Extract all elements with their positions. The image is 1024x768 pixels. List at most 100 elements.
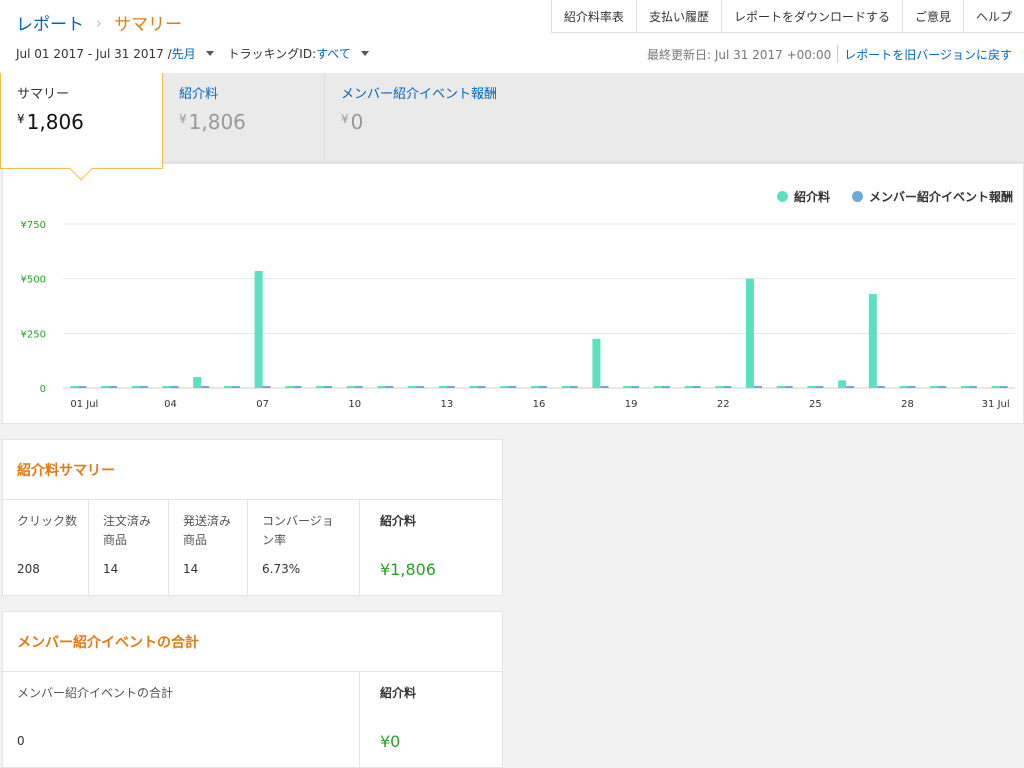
chart-bar[interactable] xyxy=(899,386,908,388)
chart-bar[interactable] xyxy=(561,386,570,388)
chart-bar[interactable] xyxy=(784,386,793,388)
chart-bar[interactable] xyxy=(262,386,271,388)
chart-bar[interactable] xyxy=(539,386,547,388)
chart-bar[interactable] xyxy=(661,386,670,388)
tab-referral-fee-label: 紹介料 xyxy=(179,87,219,102)
y-tick-label: ¥750 xyxy=(21,220,46,231)
chart-bar[interactable] xyxy=(999,386,1008,388)
tab-summary-value: ¥1,806 xyxy=(17,110,84,134)
chart-bar[interactable] xyxy=(477,386,486,388)
chart-bar[interactable] xyxy=(446,386,455,388)
chart-bar[interactable] xyxy=(623,386,632,388)
tracking-id-dropdown[interactable]: すべて xyxy=(316,45,351,62)
breadcrumb-reports-link[interactable]: レポート xyxy=(16,10,84,35)
chart-bar[interactable] xyxy=(170,386,179,388)
chart-bar[interactable] xyxy=(715,386,724,388)
y-tick-label: ¥250 xyxy=(21,329,46,340)
chart-bar[interactable] xyxy=(346,386,355,388)
chart-bar[interactable] xyxy=(569,386,578,388)
ordered-column: 注文済み商品 14 xyxy=(89,500,169,595)
chart-bar[interactable] xyxy=(531,386,539,388)
nav-download-report[interactable]: レポートをダウンロードする xyxy=(720,0,902,33)
chart-bar[interactable] xyxy=(692,386,701,388)
member-summary-table: メンバー紹介イベントの合計 0 紹介料 ¥0 xyxy=(3,672,502,768)
chart-bar[interactable] xyxy=(876,386,885,388)
chart-bar[interactable] xyxy=(70,386,79,388)
nav-help[interactable]: ヘルプ xyxy=(962,0,1024,33)
chart-bar[interactable] xyxy=(753,386,762,388)
chart-bar[interactable] xyxy=(193,377,202,388)
chart-bar[interactable] xyxy=(776,386,785,388)
last-updated: 最終更新日: Jul 31 2017 +00:00 レポートを旧バージョンに戻す xyxy=(647,45,1012,63)
chart-bar[interactable] xyxy=(438,386,447,388)
chart-bar[interactable] xyxy=(745,278,754,388)
chart-bar[interactable] xyxy=(508,386,517,388)
chart-bar[interactable] xyxy=(408,386,417,388)
x-tick-label: 04 xyxy=(164,399,177,410)
chart-bar[interactable] xyxy=(938,386,947,388)
x-tick-label: 22 xyxy=(717,399,730,410)
chart-bar[interactable] xyxy=(600,386,609,388)
chart-bar[interactable] xyxy=(223,386,232,388)
chart-bar[interactable] xyxy=(101,386,110,388)
tracking-chevron-down-icon[interactable] xyxy=(360,51,369,56)
chart-bar[interactable] xyxy=(139,386,148,388)
member-events-column: メンバー紹介イベントの合計 0 xyxy=(3,672,360,768)
chart-bar[interactable] xyxy=(354,386,363,388)
chart-bar[interactable] xyxy=(815,386,824,388)
chart-bar[interactable] xyxy=(109,386,118,388)
period-dropdown[interactable]: 先月 xyxy=(172,45,196,62)
tab-member-event[interactable]: メンバー紹介イベント報酬 ¥0 xyxy=(325,73,585,163)
chart-bar[interactable] xyxy=(868,293,877,388)
chart-bar[interactable] xyxy=(324,386,333,388)
chart-bar[interactable] xyxy=(201,386,210,388)
chart-bar[interactable] xyxy=(807,386,816,388)
chart-bar[interactable] xyxy=(285,386,294,388)
chart-bar[interactable] xyxy=(846,386,855,388)
bar-chart: ¥750 ¥500 ¥250 0 01 Jul 04 07 10 13 16 19 22 25 28 31 … xyxy=(21,220,1015,410)
conversion-column: コンバージョン率 6.73% xyxy=(248,500,360,595)
chart-bar[interactable] xyxy=(78,386,87,388)
member-summary-card: メンバー紹介イベントの合計 メンバー紹介イベントの合計 0 紹介料 ¥0 xyxy=(2,611,503,768)
chart-bar[interactable] xyxy=(838,380,847,388)
chart-bar[interactable] xyxy=(385,386,394,388)
chart-bar[interactable] xyxy=(377,386,386,388)
chart-bar[interactable] xyxy=(960,386,969,388)
period-chevron-down-icon[interactable] xyxy=(205,51,214,56)
chart-bar[interactable] xyxy=(316,386,325,388)
shipped-header: 発送済み商品 xyxy=(183,514,232,547)
shipped-column: 発送済み商品 14 xyxy=(169,500,248,595)
clicks-column: クリック数 208 xyxy=(3,500,89,595)
chart-bar[interactable] xyxy=(231,386,240,388)
nav-feedback[interactable]: ご意見 xyxy=(901,0,963,33)
tab-referral-fee[interactable]: 紹介料 ¥1,806 xyxy=(163,73,324,163)
chart-bar[interactable] xyxy=(930,386,939,388)
chart-bar[interactable] xyxy=(500,386,509,388)
chart-bar[interactable] xyxy=(293,386,302,388)
report-header: レポート › サマリー 紹介料率表 支払い履歴 レポートをダウンロードする ご意… xyxy=(0,0,1024,73)
nav-fee-rates[interactable]: 紹介料率表 xyxy=(550,0,636,33)
x-tick-label: 16 xyxy=(533,399,546,410)
chart-bar[interactable] xyxy=(254,271,263,388)
chart-bar[interactable] xyxy=(968,386,977,388)
chart-bar[interactable] xyxy=(416,386,425,388)
summary-tabs: サマリー ¥1,806 紹介料 ¥1,806 メンバー紹介イベント報酬 ¥0 xyxy=(0,73,1024,181)
chart-bar[interactable] xyxy=(684,386,693,388)
chart-bar[interactable] xyxy=(723,386,732,388)
tab-summary[interactable]: サマリー ¥1,806 xyxy=(0,73,163,181)
x-tick-label: 13 xyxy=(441,399,454,410)
chart-bar[interactable] xyxy=(592,338,601,388)
chart-bar[interactable] xyxy=(631,386,640,388)
divider xyxy=(837,45,839,63)
tab-member-event-label: メンバー紹介イベント報酬 xyxy=(341,87,498,102)
chart-bar[interactable] xyxy=(653,386,662,388)
fee-summary-table: クリック数 208 注文済み商品 14 発送済み商品 14 コンバージョン率 6… xyxy=(3,500,502,595)
revert-old-version-link[interactable]: レポートを旧バージョンに戻す xyxy=(844,46,1012,63)
chart-bar[interactable] xyxy=(469,386,478,388)
chart-bar[interactable] xyxy=(131,386,140,388)
chart-bar[interactable] xyxy=(907,386,916,388)
chart-bar[interactable] xyxy=(991,386,1000,388)
chart-bar[interactable] xyxy=(162,386,171,388)
fee-column: 紹介料 ¥1,806 xyxy=(360,500,502,595)
nav-payment-history[interactable]: 支払い履歴 xyxy=(635,0,721,33)
